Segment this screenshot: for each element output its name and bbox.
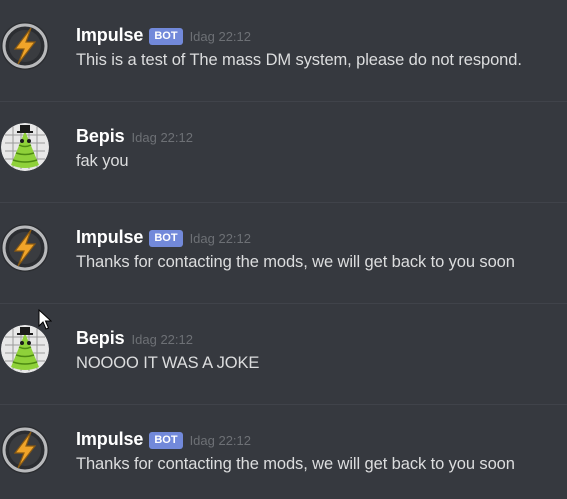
message-content: Thanks for contacting the mods, we will … [76,455,515,473]
message-content: fak you [76,152,129,170]
username[interactable]: Impulse [76,25,143,46]
avatar[interactable] [1,426,49,474]
message-group: Impulse BOT Idag 22:12 Thanks for contac… [0,404,567,499]
bepis-character-icon [1,325,49,373]
bot-tag: BOT [149,431,183,449]
username[interactable]: Bepis [76,126,125,147]
username[interactable]: Impulse [76,429,143,450]
timestamp[interactable]: Idag 22:12 [132,130,193,145]
message-header: Impulse BOT Idag 22:12 [76,23,251,47]
message-group: Impulse BOT Idag 22:12 This is a test of… [0,0,567,101]
avatar[interactable] [1,224,49,272]
username[interactable]: Impulse [76,227,143,248]
message-header: Impulse BOT Idag 22:12 [76,427,251,451]
bot-tag: BOT [149,27,183,45]
mouse-cursor-icon [38,309,52,330]
message-group: Bepis Idag 22:12 NOOOO IT WAS A JOKE [0,303,567,404]
impulse-lightning-icon [1,22,49,70]
message-header: Bepis Idag 22:12 [76,124,193,148]
bot-tag: BOT [149,229,183,247]
impulse-lightning-icon [1,224,49,272]
avatar[interactable] [1,325,49,373]
avatar[interactable] [1,22,49,70]
timestamp[interactable]: Idag 22:12 [190,433,251,448]
avatar[interactable] [1,123,49,171]
bepis-character-icon [1,123,49,171]
message-group: Impulse BOT Idag 22:12 Thanks for contac… [0,202,567,303]
message-header: Impulse BOT Idag 22:12 [76,225,251,249]
message-content: NOOOO IT WAS A JOKE [76,354,260,372]
message-header: Bepis Idag 22:12 [76,326,193,350]
timestamp[interactable]: Idag 22:12 [190,29,251,44]
username[interactable]: Bepis [76,328,125,349]
message-content: Thanks for contacting the mods, we will … [76,253,515,271]
impulse-lightning-icon [1,426,49,474]
timestamp[interactable]: Idag 22:12 [190,231,251,246]
timestamp[interactable]: Idag 22:12 [132,332,193,347]
message-content: This is a test of The mass DM system, pl… [76,51,522,69]
chat-message-list: Impulse BOT Idag 22:12 This is a test of… [0,0,567,499]
message-group: Bepis Idag 22:12 fak you [0,101,567,202]
